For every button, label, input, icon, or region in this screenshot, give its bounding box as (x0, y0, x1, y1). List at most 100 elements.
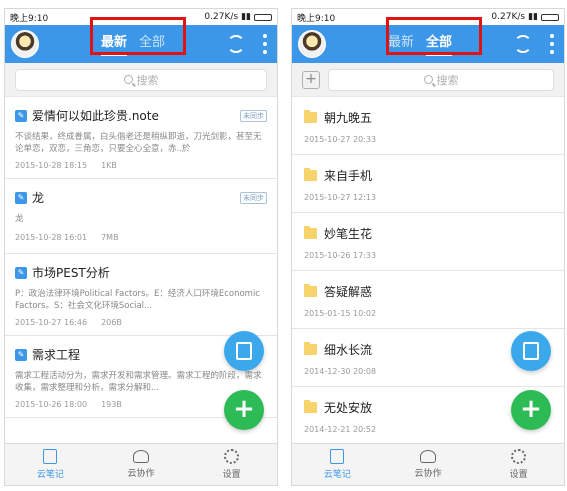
nav-label: 设置 (222, 470, 241, 480)
note-snippet: 需求工程活动分为，需求开发和需求管理。需求工程的阶段，需求收集，需求整理和分析，… (15, 371, 262, 393)
new-folder-button[interactable]: + (302, 70, 320, 89)
sync-icon[interactable] (227, 35, 245, 53)
note-date: 2015-10-26 18:00 (15, 400, 88, 409)
sync-status-badge: 未同步 (240, 109, 267, 122)
note-snippet: 不谈结果，终成眷属，白头偕老还是稍纵即逝，刀光剑影，甚至无论单恋，双恋，三角恋，… (15, 132, 262, 154)
search-placeholder: 搜索 (136, 73, 159, 87)
scan-button[interactable] (224, 331, 264, 371)
search-icon (423, 75, 433, 84)
folder-name: 细水长流 (324, 343, 373, 357)
folder-name: 答疑解惑 (324, 285, 373, 299)
folder-date: 2015-10-27 12:13 (304, 193, 377, 202)
status-time: 晚上9:10 (297, 13, 336, 24)
tab-latest[interactable]: 最新 (388, 25, 414, 63)
note-icon: ✎ (15, 109, 27, 122)
note-title: 爱情何以如此珍贵.note (32, 109, 159, 123)
nav-label: 设置 (509, 470, 528, 480)
search-input[interactable]: 搜索 (15, 68, 267, 91)
folder-date: 2014-12-21 20:52 (304, 425, 377, 434)
folder-name: 妙笔生花 (324, 227, 373, 241)
list-item[interactable]: 答疑解惑 2015-01-15 10:02 (292, 271, 564, 329)
list-item[interactable]: ✎ 市场PEST分析 P：政治法律环境Political Factors。E：经… (5, 254, 277, 336)
tab-latest[interactable]: 最新 (101, 25, 128, 63)
folder-icon (304, 284, 317, 297)
people-icon (133, 450, 149, 463)
network-speed: 0.27K/s (491, 12, 526, 22)
tab-switcher: 最新 全部 (380, 25, 460, 63)
avatar[interactable] (11, 30, 39, 58)
note-icon: ✎ (15, 348, 27, 361)
nav-cloud-notes[interactable]: 云笔记 (292, 444, 383, 485)
note-snippet: 龙 (15, 214, 24, 224)
list-item[interactable]: 妙笔生花 2015-10-26 17:33 (292, 213, 564, 271)
nav-settings[interactable]: 设置 (186, 444, 277, 485)
nav-cloud-notes[interactable]: 云笔记 (5, 444, 96, 485)
nav-settings[interactable]: 设置 (473, 444, 564, 485)
gear-icon (511, 449, 527, 464)
folder-date: 2015-10-26 17:33 (304, 251, 377, 260)
folder-icon (304, 342, 317, 355)
folder-icon (304, 110, 317, 123)
folder-name: 无处安放 (324, 401, 373, 415)
status-time: 晚上9:10 (10, 13, 49, 24)
new-note-button[interactable]: + (224, 390, 264, 430)
search-row: + 搜索 (292, 63, 564, 97)
folder-name: 朝九晚五 (324, 111, 373, 125)
bottom-nav: 云笔记 云协作 设置 (292, 443, 564, 485)
tab-switcher: 最新 全部 (93, 25, 173, 63)
note-size: 1KB (101, 161, 117, 170)
note-date: 2015-10-28 18:15 (15, 161, 88, 170)
note-title: 龙 (32, 191, 45, 205)
sync-status-badge: 未同步 (240, 191, 267, 204)
nav-label: 云协作 (414, 469, 442, 479)
status-bar: 晚上9:10 0.27K/s ▮▮ (292, 9, 564, 25)
app-bar: 最新 全部 (292, 25, 564, 63)
note-date: 2015-10-28 16:01 (15, 233, 88, 242)
note-size: 7MB (101, 233, 119, 242)
scan-icon (236, 342, 252, 360)
more-menu-icon[interactable] (550, 34, 554, 54)
note-date: 2015-10-27 16:46 (15, 318, 88, 327)
gear-icon (224, 449, 240, 464)
status-bar: 晚上9:10 0.27K/s ▮▮ (5, 9, 277, 25)
people-icon (420, 450, 436, 463)
phone-screen-all: 晚上9:10 0.27K/s ▮▮ 最新 全部 + 搜索 朝九晚五 2015-1… (291, 8, 565, 486)
scan-icon (523, 342, 539, 360)
note-snippet: P：政治法律环境Political Factors。E：经济人口环境Econom… (15, 289, 260, 311)
folder-name: 来自手机 (324, 169, 373, 183)
list-item[interactable]: 来自手机 2015-10-27 12:13 (292, 155, 564, 213)
folder-date: 2015-10-27 20:33 (304, 135, 377, 144)
search-placeholder: 搜索 (436, 73, 459, 87)
nav-label: 云笔记 (36, 470, 64, 480)
tab-all[interactable]: 全部 (426, 25, 453, 63)
battery-icon (254, 13, 272, 21)
app-bar: 最新 全部 (5, 25, 277, 63)
new-note-button[interactable]: + (511, 390, 551, 430)
folder-icon (304, 226, 317, 239)
nav-collaboration[interactable]: 云协作 (96, 444, 187, 485)
scan-button[interactable] (511, 331, 551, 371)
network-speed: 0.27K/s (204, 12, 239, 22)
battery-icon (541, 13, 559, 21)
list-item[interactable]: ✎ 龙 未同步 龙 2015-10-28 16:01 7MB (5, 179, 277, 254)
search-icon (123, 75, 133, 84)
sync-icon[interactable] (514, 35, 532, 53)
note-icon: ✎ (15, 266, 27, 279)
search-input[interactable]: 搜索 (328, 68, 554, 91)
more-menu-icon[interactable] (263, 34, 267, 54)
list-item[interactable]: 朝九晚五 2015-10-27 20:33 (292, 97, 564, 155)
avatar[interactable] (298, 30, 326, 58)
note-icon: ✎ (15, 191, 27, 204)
phone-screen-latest: 晚上9:10 0.27K/s ▮▮ 最新 全部 搜索 ✎ 爱情何以如此珍贵.no… (4, 8, 278, 486)
tab-all[interactable]: 全部 (139, 25, 165, 63)
folder-icon (304, 400, 317, 413)
signal-icon: ▮▮ (528, 12, 538, 22)
notebook-icon (43, 449, 58, 464)
nav-collaboration[interactable]: 云协作 (383, 444, 474, 485)
nav-label: 云协作 (127, 469, 155, 479)
list-item[interactable]: ✎ 爱情何以如此珍贵.note 未同步 不谈结果，终成眷属，白头偕老还是稍纵即逝… (5, 97, 277, 179)
folder-date: 2015-01-15 10:02 (304, 309, 377, 318)
note-title: 市场PEST分析 (32, 266, 110, 280)
folder-icon (304, 168, 317, 181)
notebook-icon (330, 449, 345, 464)
